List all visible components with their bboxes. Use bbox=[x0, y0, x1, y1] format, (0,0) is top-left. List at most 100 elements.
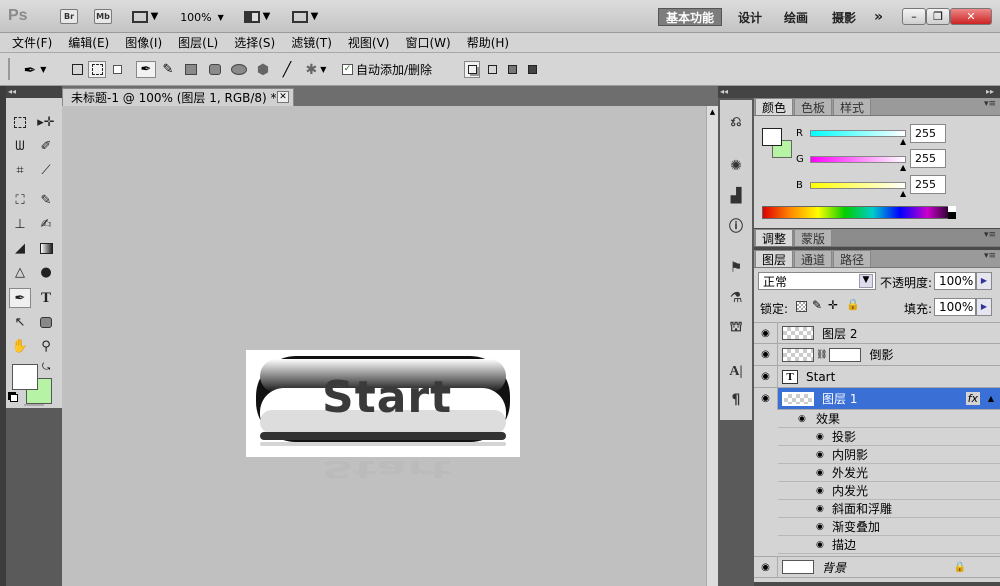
shape-layers-button[interactable] bbox=[68, 61, 86, 78]
pen-tool[interactable]: ✒ bbox=[9, 288, 31, 308]
spectrum-black-swatch[interactable] bbox=[948, 212, 956, 219]
workspace-basic[interactable]: 基本功能 bbox=[658, 8, 722, 26]
pen-tool-option[interactable]: ✒ bbox=[136, 61, 156, 78]
vertical-scrollbar[interactable]: ▲ bbox=[706, 106, 718, 586]
eye-icon[interactable]: ◉ bbox=[816, 486, 832, 496]
hand-tool[interactable]: ✋ bbox=[9, 336, 31, 356]
zoom-dropdown[interactable]: 100% ▼ bbox=[178, 10, 226, 24]
lock-image-icon[interactable]: ✎ bbox=[812, 298, 822, 312]
document-tab[interactable]: 未标题-1 @ 100% (图层 1, RGB/8) * ✕ bbox=[62, 88, 294, 106]
brush-tool[interactable]: ✎ bbox=[35, 190, 57, 210]
histogram-panel-icon[interactable]: ▟ bbox=[726, 186, 746, 206]
extras-dropdown[interactable]: ▼ bbox=[128, 9, 162, 24]
history-panel-icon[interactable]: ⎌ bbox=[726, 112, 746, 132]
quick-mask-button[interactable] bbox=[24, 404, 44, 406]
screen-mode-dropdown[interactable]: ▼ bbox=[288, 9, 322, 24]
opacity-arrow-icon[interactable]: ▶ bbox=[976, 272, 992, 290]
freeform-pen-option[interactable]: ✎ bbox=[158, 61, 178, 78]
line-tool-option[interactable]: ╱ bbox=[278, 61, 296, 78]
bridge-button[interactable]: Br bbox=[60, 9, 78, 24]
layer-row-layer2[interactable]: ◉ 图层 2 bbox=[754, 322, 1000, 344]
dodge-tool[interactable]: ● bbox=[35, 262, 57, 282]
foreground-color-swatch[interactable] bbox=[12, 364, 38, 390]
collapse-effects-icon[interactable]: ▲ bbox=[988, 394, 994, 403]
toolbox-collapse-handle[interactable]: ◂◂ bbox=[6, 86, 62, 98]
menu-edit[interactable]: 编辑(E) bbox=[68, 34, 109, 51]
auto-add-delete-checkbox[interactable]: ✓ 自动添加/删除 bbox=[342, 61, 442, 78]
tab-layers[interactable]: 图层 bbox=[755, 250, 794, 267]
eye-icon[interactable]: ◉ bbox=[816, 432, 832, 442]
move-tool[interactable]: ▸✛ bbox=[35, 112, 57, 132]
marquee-tool[interactable] bbox=[9, 112, 31, 132]
menu-view[interactable]: 视图(V) bbox=[348, 34, 390, 51]
shape-tool[interactable] bbox=[35, 312, 57, 332]
iconstrip-collapse-handle[interactable]: ◂◂ bbox=[718, 86, 754, 98]
menu-select[interactable]: 选择(S) bbox=[234, 34, 275, 51]
menu-layer[interactable]: 图层(L) bbox=[178, 34, 218, 51]
lock-all-icon[interactable]: 🔒 bbox=[846, 298, 860, 311]
eye-icon[interactable]: ◉ bbox=[754, 556, 778, 578]
rounded-rectangle-tool-option[interactable] bbox=[206, 61, 224, 78]
canvas-area[interactable]: Start Start bbox=[62, 106, 706, 586]
effect-row-bevel-emboss[interactable]: ◉ 斜面和浮雕 bbox=[778, 500, 1000, 518]
tab-paths[interactable]: 路径 bbox=[833, 250, 872, 267]
effect-row-inner-glow[interactable]: ◉ 内发光 bbox=[778, 482, 1000, 500]
lasso-tool[interactable]: ᗯ bbox=[9, 136, 31, 156]
path-subtract-button[interactable] bbox=[484, 61, 500, 78]
g-slider[interactable] bbox=[810, 156, 906, 163]
panel-menu-icon[interactable]: ▾≡ bbox=[984, 230, 996, 240]
quick-selection-tool[interactable]: ✐ bbox=[35, 136, 57, 156]
r-value-field[interactable]: 255 bbox=[910, 124, 946, 143]
restore-button[interactable]: ❐ bbox=[926, 8, 950, 25]
layer-row-layer1-selected[interactable]: ◉ 图层 1 fx ▲ bbox=[754, 387, 1000, 410]
panel-menu-icon[interactable]: ▾≡ bbox=[984, 251, 996, 261]
lock-transparent-icon[interactable] bbox=[796, 301, 807, 312]
workspace-photography[interactable]: 摄影 bbox=[832, 8, 856, 26]
color-spectrum-bar[interactable] bbox=[762, 206, 956, 219]
polygon-tool-option[interactable]: ⬢ bbox=[254, 61, 272, 78]
b-slider[interactable] bbox=[810, 182, 906, 189]
eye-icon[interactable]: ◉ bbox=[754, 365, 778, 388]
fill-pixels-button[interactable] bbox=[108, 61, 126, 78]
layer-row-background[interactable]: ◉ 背景 🔒 bbox=[754, 556, 1000, 578]
fill-field[interactable]: 100% bbox=[934, 298, 976, 316]
tab-color[interactable]: 颜色 bbox=[755, 98, 794, 115]
eye-icon[interactable]: ◉ bbox=[754, 387, 778, 410]
panels-collapse-handle[interactable]: ▸▸ bbox=[754, 86, 1000, 98]
type-tool[interactable]: T bbox=[35, 288, 57, 308]
layer-row-reflection[interactable]: ◉ ⛓ 倒影 bbox=[754, 343, 1000, 366]
eye-icon[interactable]: ◉ bbox=[754, 322, 778, 344]
effect-row-drop-shadow[interactable]: ◉ 投影 bbox=[778, 428, 1000, 446]
eye-icon[interactable]: ◉ bbox=[798, 414, 816, 424]
tab-masks[interactable]: 蒙版 bbox=[794, 229, 833, 246]
menu-help[interactable]: 帮助(H) bbox=[467, 34, 509, 51]
b-slider-handle[interactable]: ▲ bbox=[900, 189, 906, 198]
document-image[interactable]: Start Start bbox=[246, 350, 520, 483]
workspace-painting[interactable]: 绘画 bbox=[784, 8, 808, 26]
eye-icon[interactable]: ◉ bbox=[816, 522, 832, 532]
custom-shape-tool-option[interactable]: ✱ ▼ bbox=[300, 61, 332, 78]
r-slider-handle[interactable]: ▲ bbox=[900, 137, 906, 146]
menu-file[interactable]: 文件(F) bbox=[12, 34, 52, 51]
b-value-field[interactable]: 255 bbox=[910, 175, 946, 194]
tool-preset-picker[interactable]: ✒ ▼ bbox=[18, 61, 52, 79]
menu-image[interactable]: 图像(I) bbox=[125, 34, 162, 51]
clone-source-panel-icon[interactable]: ⚗ bbox=[726, 288, 746, 308]
path-add-button[interactable] bbox=[464, 61, 480, 78]
tab-adjustments[interactable]: 调整 bbox=[755, 229, 794, 246]
effect-row-gradient-overlay[interactable]: ◉ 渐变叠加 bbox=[778, 518, 1000, 536]
fx-badge[interactable]: fx bbox=[965, 392, 980, 405]
clone-stamp-tool[interactable]: ⊥ bbox=[9, 214, 31, 234]
path-exclude-button[interactable] bbox=[524, 61, 540, 78]
close-button[interactable]: ✕ bbox=[950, 8, 992, 25]
eye-icon[interactable]: ◉ bbox=[816, 468, 832, 478]
lock-position-icon[interactable]: ✛ bbox=[828, 298, 838, 312]
swap-colors-icon[interactable]: ⤿ bbox=[42, 362, 50, 373]
menu-filter[interactable]: 滤镜(T) bbox=[291, 34, 332, 51]
layer-row-start-text[interactable]: ◉ T Start bbox=[754, 365, 1000, 388]
tab-channels[interactable]: 通道 bbox=[794, 250, 833, 267]
fg-color-swatch[interactable] bbox=[762, 128, 782, 146]
tab-swatches[interactable]: 色板 bbox=[794, 98, 833, 115]
more-workspaces-button[interactable]: » bbox=[874, 8, 883, 26]
effect-row-outer-glow[interactable]: ◉ 外发光 bbox=[778, 464, 1000, 482]
